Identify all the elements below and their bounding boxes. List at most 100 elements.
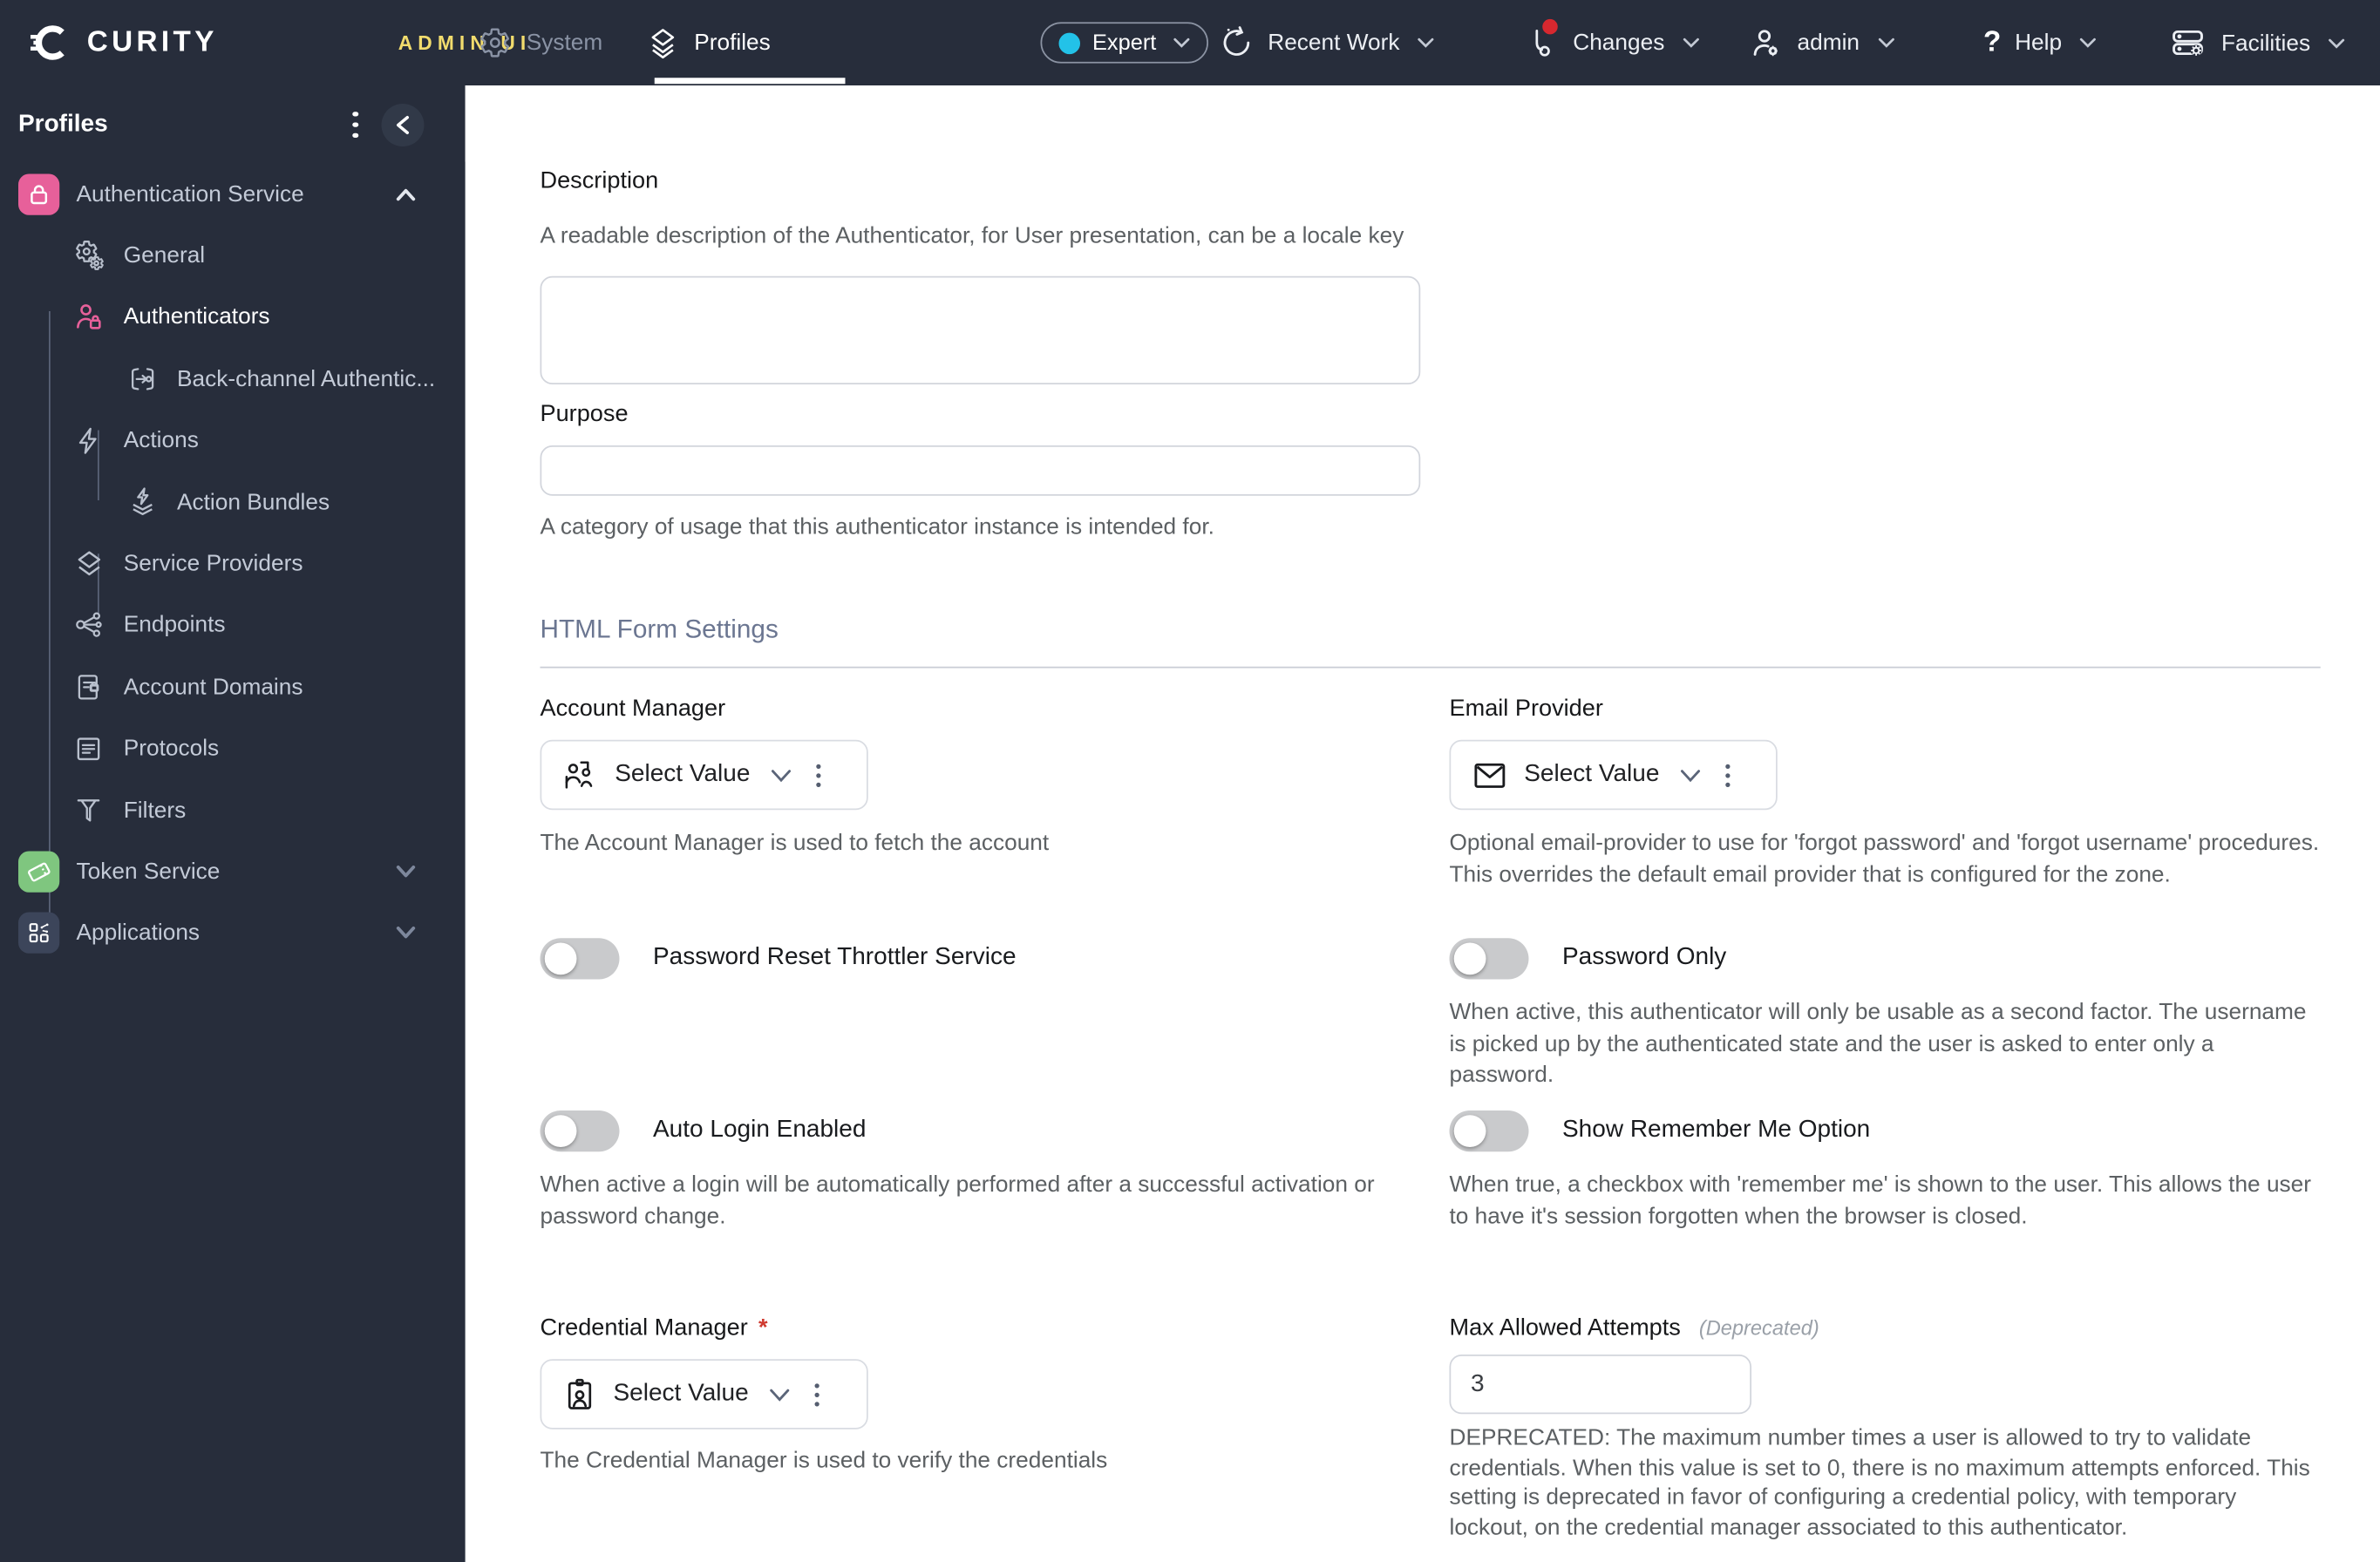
password-only-row: Password Only [1449,938,1727,979]
sidebar-collapse-button[interactable] [381,103,425,146]
tab-system-label: System [526,30,603,56]
lightning-box-icon [126,486,160,519]
curity-logo[interactable]: CURITY [31,22,218,63]
sidebar-item-label: Filters [123,797,187,824]
chevron-down-icon [768,1388,790,1402]
kebab-dots-icon[interactable] [811,759,825,791]
top-navbar: CURITY ADMIN UI System Profiles Expert R… [0,0,2380,85]
expert-status-dot [1058,31,1080,54]
max-allowed-attempts-help: DEPRECATED: The maximum number times a u… [1449,1424,2310,1541]
purpose-input[interactable] [540,445,1421,496]
kebab-dots-icon[interactable] [810,1378,824,1410]
facilities-label: Facilities [2221,30,2311,56]
server-gear-icon [2170,24,2208,61]
kebab-dots-icon[interactable] [1720,759,1734,791]
max-allowed-attempts-label: Max Allowed Attempts (Deprecated) [1450,1315,1819,1343]
sidebar-item-applications[interactable]: Applications [0,902,466,964]
description-label: Description [540,167,659,194]
tab-profiles-label: Profiles [694,30,771,56]
chevron-down-icon[interactable] [395,927,417,941]
sidebar-item-label: Token Service [76,859,221,885]
brand-name: CURITY [86,25,218,58]
email-provider-select[interactable]: Select Value [1449,739,1778,811]
people-icon [561,756,600,794]
password-reset-throttler-toggle[interactable] [540,938,620,979]
chevron-down-icon [2080,37,2097,48]
remember-me-toggle[interactable] [1449,1110,1529,1151]
sidebar-item-actions[interactable]: Actions [0,410,466,472]
gears-icon [71,240,105,272]
sidebar-item-endpoints[interactable]: Endpoints [0,594,466,656]
sidebar-item-label: Back-channel Authentic... [177,365,436,392]
sidebar-item-protocols[interactable]: Protocols [0,717,466,779]
changes-notification-badge [1542,18,1558,35]
account-manager-help: The Account Manager is used to fetch the… [540,830,1050,856]
sidebar-item-label: Actions [123,427,199,454]
sidebar-item-label: General [123,242,206,269]
help-menu[interactable]: ? Help [1983,26,2097,59]
sidebar-item-authentication-service[interactable]: Authentication Service [0,163,466,225]
remember-me-help: When true, a checkbox with 'remember me'… [1449,1172,2312,1229]
expert-mode-dropdown[interactable]: Expert [1040,22,1208,64]
account-manager-label: Account Manager [540,696,726,722]
expert-label: Expert [1092,31,1157,55]
document-lines-icon [71,733,105,764]
credential-manager-help: The Credential Manager is used to verify… [540,1447,1108,1474]
person-lock-icon [71,302,105,334]
toggle-knob [543,941,577,975]
tab-system[interactable]: System [479,27,603,59]
envelope-icon [1471,756,1509,794]
chevron-down-icon [1683,37,1699,48]
section-title-html-form-settings: HTML Form Settings [540,615,779,644]
email-provider-help: Optional email-provider to use for 'forg… [1449,830,2320,887]
sidebar-item-label: Account Domains [123,674,303,700]
sidebar-item-general[interactable]: General [0,225,466,287]
sidebar-item-label: Action Bundles [177,489,330,515]
help-label: Help [2015,30,2063,56]
description-help: A readable description of the Authentica… [540,222,1404,249]
email-provider-value: Select Value [1524,761,1660,787]
authenticator-settings-form: Description A readable description of th… [465,85,2380,1562]
facilities-menu[interactable]: Facilities [2170,24,2346,61]
password-reset-throttler-label: Password Reset Throttler Service [653,944,1017,971]
sidebar-item-filters[interactable]: Filters [0,779,466,841]
description-textarea[interactable] [540,275,1421,384]
sidebar-item-action-bundles[interactable]: Action Bundles [0,472,466,533]
history-refresh-icon [1219,25,1254,60]
recent-work-menu[interactable]: Recent Work [1219,25,1435,60]
password-only-toggle[interactable] [1449,938,1529,979]
max-allowed-attempts-label-text: Max Allowed Attempts [1449,1314,1681,1341]
sidebar-item-label: Service Providers [123,550,303,577]
credential-manager-select[interactable]: Select Value [540,1359,868,1430]
credential-manager-label: Credential Manager * [541,1315,768,1343]
sidebar-item-token-service[interactable]: Token Service [0,841,466,903]
sidebar-item-back-channel-authentication[interactable]: Back-channel Authentic... [0,348,466,410]
profiles-sidebar: Profiles Authentication Service General … [0,85,466,1562]
auto-login-toggle[interactable] [540,1110,620,1151]
user-menu[interactable]: admin [1749,25,1895,60]
tab-profiles[interactable]: Profiles [647,27,771,59]
document-lock-icon [71,671,105,703]
sidebar-item-label: Authenticators [123,304,270,330]
max-allowed-attempts-input[interactable] [1449,1355,1751,1415]
sidebar-item-authenticators[interactable]: Authenticators [0,287,466,349]
toggle-knob [543,1114,577,1147]
user-gear-icon [1749,25,1784,60]
chevron-down-icon [1173,37,1190,48]
sidebar-kebab-menu[interactable] [346,105,364,144]
question-mark-icon: ? [1983,26,2002,59]
sidebar-item-account-domains[interactable]: Account Domains [0,656,466,718]
changes-menu[interactable]: Changes [1526,18,1700,60]
gear-icon [479,27,512,59]
chevron-up-icon[interactable] [395,187,417,201]
auto-login-help: When active a login will be automaticall… [540,1172,1375,1229]
chevron-down-icon [1679,768,1701,782]
toggle-knob [1452,1114,1486,1147]
sidebar-item-service-providers[interactable]: Service Providers [0,533,466,594]
sidebar-item-label: Applications [76,920,201,947]
chevron-down-icon [770,768,792,782]
auto-login-label: Auto Login Enabled [653,1117,867,1144]
chevron-down-icon[interactable] [395,865,417,879]
account-manager-select[interactable]: Select Value [540,739,868,811]
password-only-label: Password Only [1562,944,1727,971]
